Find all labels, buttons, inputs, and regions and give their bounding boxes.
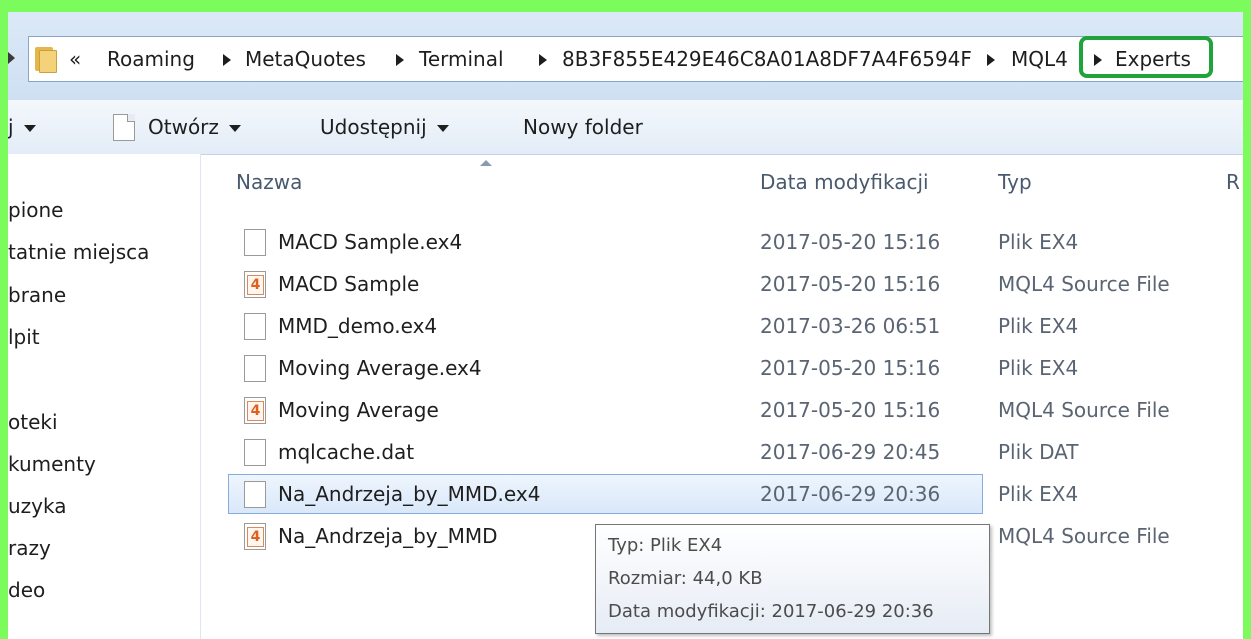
file-type: Plik EX4	[998, 356, 1079, 380]
nav-item-pictures[interactable]: razy	[8, 536, 51, 560]
file-date: 2017-05-20 15:16	[760, 356, 941, 380]
breadcrumb-roaming[interactable]: Roaming	[107, 37, 195, 81]
mql4-glyph: 4	[247, 527, 264, 547]
file-date: 2017-05-20 15:16	[760, 398, 941, 422]
file-name: MMD_demo.ex4	[278, 314, 438, 338]
file-type: MQL4 Source File	[998, 398, 1170, 422]
open-label: Otwórz	[148, 115, 219, 139]
mql4-glyph: 4	[247, 401, 264, 421]
file-icon	[244, 313, 266, 340]
file-type: Plik EX4	[998, 482, 1079, 506]
nav-item-desktop[interactable]: lpit	[8, 325, 40, 349]
organize-button[interactable]: j	[8, 100, 36, 154]
share-button[interactable]: Udostępnij	[320, 100, 449, 154]
new-folder-button[interactable]: Nowy folder	[523, 100, 643, 154]
experts-highlight-box	[1079, 36, 1213, 78]
file-name: mqlcache.dat	[278, 440, 415, 464]
share-label: Udostępnij	[320, 115, 427, 139]
nav-item-downloads[interactable]: brane	[8, 283, 66, 307]
nav-item-music[interactable]: uzyka	[8, 494, 67, 518]
tooltip-type: Typ: Plik EX4	[608, 535, 723, 556]
breadcrumb-terminal[interactable]: Terminal	[419, 37, 504, 81]
breadcrumb-separator-icon[interactable]	[987, 54, 995, 66]
file-row[interactable]: 4 MACD Sample 2017-05-20 15:16 MQL4 Sour…	[228, 264, 1243, 304]
open-button[interactable]: Otwórz	[148, 100, 241, 154]
file-row[interactable]: MACD Sample.ex4 2017-05-20 15:16 Plik EX…	[228, 222, 1243, 262]
address-bar[interactable]: « Roaming MetaQuotes Terminal 8B3F855E42…	[28, 36, 1243, 82]
file-row[interactable]: mqlcache.dat 2017-06-29 20:45 Plik DAT	[228, 432, 1243, 472]
file-name: MACD Sample	[278, 272, 420, 296]
file-type: Plik EX4	[998, 230, 1079, 254]
command-toolbar: j Otwórz Udostępnij Nowy folder	[8, 100, 1243, 155]
file-info-tooltip: Typ: Plik EX4 Rozmiar: 44,0 KB Data mody…	[595, 524, 990, 634]
nav-item-recent-places[interactable]: tatnie miejsca	[8, 240, 149, 264]
file-row-selected[interactable]: Na_Andrzeja_by_MMD.ex4 2017-06-29 20:36	[228, 474, 983, 514]
file-name: MACD Sample.ex4	[278, 230, 463, 254]
file-icon	[244, 355, 266, 382]
file-type: Plik EX4	[998, 314, 1079, 338]
chevron-down-icon	[228, 125, 241, 132]
file-date: 2017-03-26 06:51	[760, 314, 941, 338]
breadcrumb-overflow[interactable]: «	[69, 37, 81, 81]
file-name: Na_Andrzeja_by_MMD	[278, 524, 498, 548]
file-name: Moving Average.ex4	[278, 356, 482, 380]
breadcrumb-separator-icon[interactable]	[223, 54, 231, 66]
nav-item-documents[interactable]: kumenty	[8, 452, 96, 476]
breadcrumb-metaquotes[interactable]: MetaQuotes	[245, 37, 366, 81]
file-row[interactable]: MMD_demo.ex4 2017-03-26 06:51 Plik EX4	[228, 306, 1243, 346]
mql4-file-icon: 4	[244, 523, 266, 550]
column-header-type[interactable]: Typ	[998, 170, 1032, 194]
file-type: Plik DAT	[998, 440, 1079, 464]
file-date: 2017-05-20 15:16	[760, 272, 941, 296]
folder-icon	[35, 45, 57, 73]
chevron-down-icon	[23, 125, 36, 132]
organize-label: j	[8, 115, 14, 139]
explorer-window: « Roaming MetaQuotes Terminal 8B3F855E42…	[8, 12, 1243, 639]
back-arrow-icon[interactable]	[8, 52, 15, 64]
column-header-size[interactable]: R	[1226, 170, 1240, 194]
nav-item-libraries[interactable]: oteki	[8, 410, 58, 434]
file-date: 2017-05-20 15:16	[760, 230, 941, 254]
file-row[interactable]: 4 Moving Average 2017-05-20 15:16 MQL4 S…	[228, 390, 1243, 430]
navigation-pane: pione tatnie miejsca brane lpit oteki ku…	[8, 154, 201, 639]
file-icon	[244, 439, 266, 466]
file-type: MQL4 Source File	[998, 272, 1170, 296]
chevron-down-icon	[436, 125, 449, 132]
nav-item-favorites[interactable]: pione	[8, 198, 63, 222]
mql4-file-icon: 4	[244, 271, 266, 298]
file-date: 2017-06-29 20:36	[760, 482, 941, 506]
breadcrumb-terminal-id[interactable]: 8B3F855E429E46C8A01A8DF7A4F6594F	[562, 37, 972, 81]
address-bar-area: « Roaming MetaQuotes Terminal 8B3F855E42…	[8, 12, 1243, 100]
file-type: MQL4 Source File	[998, 524, 1170, 548]
file-date: 2017-06-29 20:45	[760, 440, 941, 464]
file-icon	[244, 229, 266, 256]
nav-item-videos[interactable]: deo	[8, 578, 45, 602]
file-icon	[244, 481, 266, 508]
file-row[interactable]: Moving Average.ex4 2017-05-20 15:16 Plik…	[228, 348, 1243, 388]
tooltip-modified: Data modyfikacji: 2017-06-29 20:36	[608, 601, 934, 622]
tooltip-size: Rozmiar: 44,0 KB	[608, 568, 763, 589]
breadcrumb-separator-icon[interactable]	[396, 54, 404, 66]
breadcrumb-mql4[interactable]: MQL4	[1011, 37, 1068, 81]
column-header-date[interactable]: Data modyfikacji	[760, 170, 929, 194]
sort-ascending-icon	[480, 160, 492, 166]
mql4-file-icon: 4	[244, 397, 266, 424]
open-file-icon	[113, 114, 135, 141]
file-name: Moving Average	[278, 398, 439, 422]
column-header-name[interactable]: Nazwa	[236, 170, 302, 194]
breadcrumb-separator-icon[interactable]	[539, 54, 547, 66]
file-name: Na_Andrzeja_by_MMD.ex4	[278, 482, 541, 506]
mql4-glyph: 4	[247, 275, 264, 295]
